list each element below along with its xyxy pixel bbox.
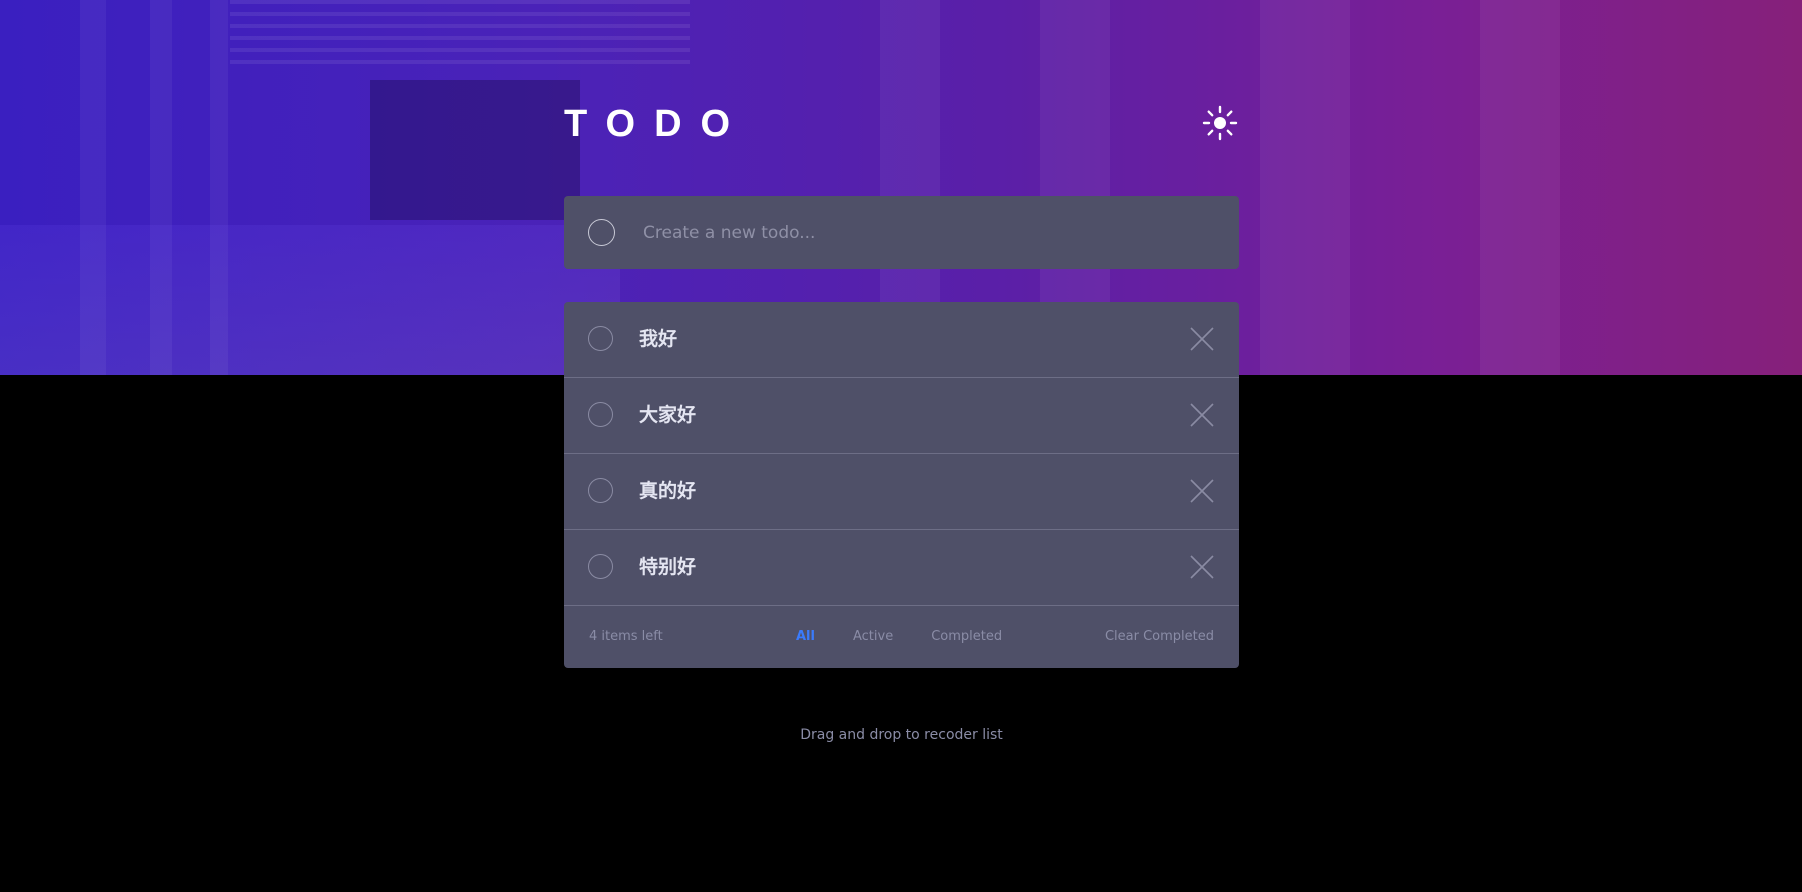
todo-item[interactable]: 大家好 [564, 378, 1239, 454]
pillar [1260, 0, 1350, 375]
close-icon [1190, 479, 1214, 503]
page-title: TODO [564, 103, 750, 145]
filter-tabs: All Active Completed [796, 606, 1002, 668]
delete-todo-button[interactable] [1189, 326, 1215, 352]
clear-completed-button[interactable]: Clear Completed [1105, 606, 1214, 668]
todo-text: 我好 [639, 328, 678, 350]
drag-drop-hint: Drag and drop to recoder list [800, 727, 1003, 743]
todo-checkbox[interactable] [588, 326, 613, 351]
items-left-count: 4 items left [589, 629, 663, 644]
sun-icon [1202, 105, 1238, 141]
filter-all[interactable]: All [796, 606, 815, 668]
todo-checkbox[interactable] [588, 478, 613, 503]
ceiling-beams [230, 0, 690, 70]
todo-text: 特别好 [639, 556, 697, 578]
delete-todo-button[interactable] [1189, 554, 1215, 580]
close-icon [1190, 403, 1214, 427]
todo-text: 大家好 [639, 404, 697, 426]
new-todo-checkbox[interactable] [588, 219, 615, 246]
new-todo-bar [564, 196, 1239, 269]
doorway [370, 80, 580, 220]
close-icon [1190, 327, 1214, 351]
filter-active[interactable]: Active [853, 606, 893, 668]
app-header: TODO [564, 100, 1239, 148]
todo-item[interactable]: 特别好 [564, 530, 1239, 606]
delete-todo-button[interactable] [1189, 402, 1215, 428]
theme-toggle-button[interactable] [1201, 104, 1239, 142]
walkway-floor [0, 225, 620, 375]
filter-completed[interactable]: Completed [931, 606, 1002, 668]
delete-todo-button[interactable] [1189, 478, 1215, 504]
close-icon [1190, 555, 1214, 579]
list-footer: 4 items left All Active Completed Clear … [564, 606, 1239, 668]
todo-list: 我好 大家好 真的好 特别好 4 items left All Active C… [564, 302, 1239, 668]
todo-item[interactable]: 我好 [564, 302, 1239, 378]
todo-checkbox[interactable] [588, 554, 613, 579]
todo-item[interactable]: 真的好 [564, 454, 1239, 530]
new-todo-input[interactable] [641, 214, 1205, 252]
todo-checkbox[interactable] [588, 402, 613, 427]
todo-text: 真的好 [639, 480, 697, 502]
pillar [1480, 0, 1560, 375]
